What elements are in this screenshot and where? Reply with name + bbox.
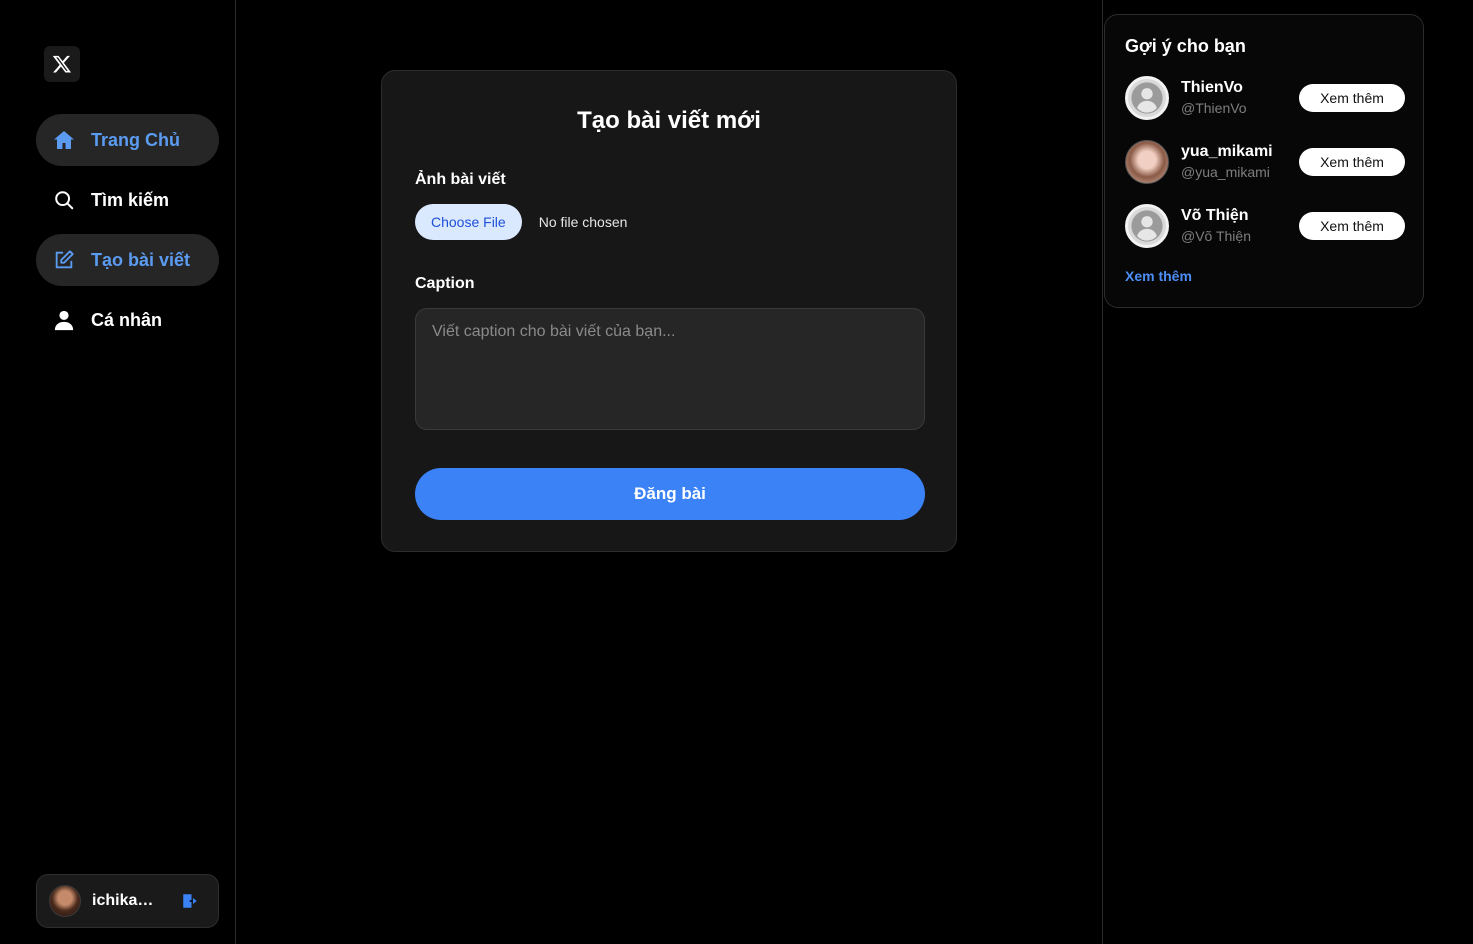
suggestion-name[interactable]: Võ Thiện	[1181, 206, 1299, 226]
suggestions-title: Gợi ý cho bạn	[1125, 36, 1246, 56]
create-post-card: Tạo bài viết mới Ảnh bài viết Choose Fil…	[381, 70, 957, 552]
suggestion-item: yua_mikami @yua_mikami Xem thêm	[1125, 139, 1405, 185]
suggestions-more-link[interactable]: Xem thêm	[1125, 268, 1192, 284]
sidebar-item-search[interactable]: Tìm kiếm	[36, 174, 219, 226]
sidebar-item-profile[interactable]: Cá nhân	[36, 294, 219, 346]
file-input: Choose File No file chosen	[415, 204, 627, 240]
view-more-button[interactable]: Xem thêm	[1299, 148, 1405, 176]
view-more-button[interactable]: Xem thêm	[1299, 212, 1405, 240]
default-avatar-icon[interactable]	[1125, 76, 1169, 120]
avatar	[49, 885, 81, 917]
sidebar-item-label: Tìm kiếm	[91, 189, 170, 210]
edit-icon	[52, 248, 76, 272]
suggestion-name[interactable]: yua_mikami	[1181, 142, 1299, 162]
home-icon	[52, 128, 76, 152]
sidebar: Trang Chủ Tìm kiếm Tạo bài viết Cá nhân	[0, 0, 236, 944]
suggestion-item: ThienVo @ThienVo Xem thêm	[1125, 75, 1405, 121]
sidebar-item-label: Trang Chủ	[91, 129, 180, 150]
suggestion-name[interactable]: ThienVo	[1181, 78, 1299, 98]
sidebar-item-create-post[interactable]: Tạo bài viết	[36, 234, 219, 286]
app-root: Trang Chủ Tìm kiếm Tạo bài viết Cá nhân	[0, 0, 1473, 944]
logout-icon[interactable]	[180, 891, 200, 911]
main-divider	[1102, 0, 1103, 944]
caption-input[interactable]	[415, 308, 925, 430]
sidebar-item-label: Cá nhân	[91, 309, 163, 330]
sidebar-item-label: Tạo bài viết	[91, 249, 191, 270]
caption-label: Caption	[415, 275, 475, 292]
user-icon	[52, 308, 76, 332]
user-name: ichika_...	[92, 892, 158, 909]
page-title: Tạo bài viết mới	[577, 107, 761, 134]
suggestion-handle: @ThienVo	[1181, 100, 1247, 116]
current-user-card[interactable]: ichika_...	[36, 874, 219, 928]
sidebar-item-home[interactable]: Trang Chủ	[36, 114, 219, 166]
search-icon	[52, 188, 76, 212]
default-avatar-icon[interactable]	[1125, 204, 1169, 248]
main-nav: Trang Chủ Tìm kiếm Tạo bài viết Cá nhân	[36, 114, 219, 354]
choose-file-button[interactable]: Choose File	[415, 204, 522, 240]
x-logo-icon[interactable]	[44, 46, 80, 82]
file-status: No file chosen	[538, 214, 628, 230]
suggestion-item: Võ Thiện @Võ Thiện Xem thêm	[1125, 203, 1405, 249]
suggestion-handle: @yua_mikami	[1181, 164, 1270, 180]
suggestion-handle: @Võ Thiện	[1181, 228, 1251, 244]
suggestions-panel: Gợi ý cho bạn ThienVo @ThienVo Xem thêm …	[1104, 14, 1424, 308]
image-label: Ảnh bài viết	[415, 171, 506, 188]
avatar[interactable]	[1125, 140, 1169, 184]
submit-post-button[interactable]: Đăng bài	[415, 468, 925, 520]
view-more-button[interactable]: Xem thêm	[1299, 84, 1405, 112]
